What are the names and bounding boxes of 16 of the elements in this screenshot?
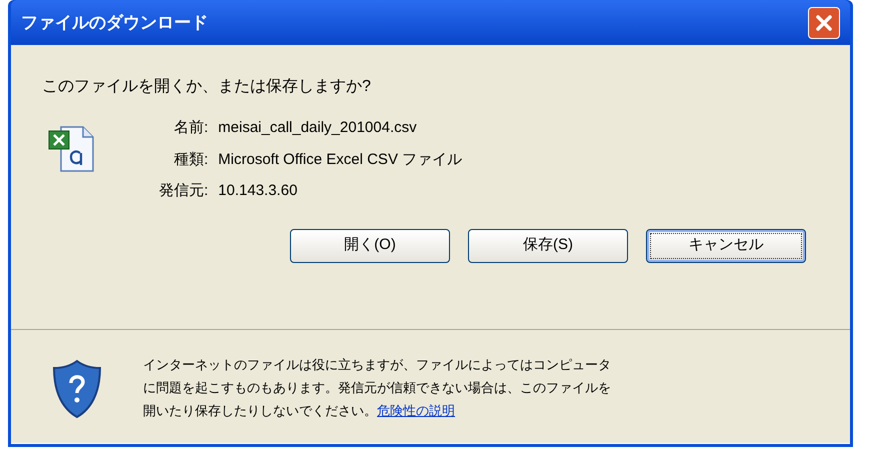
dialog-button[interactable]: 開く(O) (290, 228, 450, 262)
security-shield-icon (51, 359, 103, 419)
field-value: 10.143.3.60 (218, 181, 298, 201)
window-title: ファイルのダウンロード (21, 12, 208, 34)
question-text: このファイルを開くか、または保存しますか? (42, 77, 372, 97)
field-label: 発信元: (159, 181, 208, 201)
field-value: Microsoft Office Excel CSV ファイル (218, 150, 462, 170)
close-icon (815, 14, 833, 32)
field-value: meisai_call_daily_201004.csv (218, 118, 418, 138)
dialog-button[interactable]: キャンセル (646, 228, 806, 262)
dialog-button[interactable]: 保存(S) (468, 228, 628, 262)
security-warning-text: インターネットのファイルは役に立ちますが、ファイルによってはコンピュータに問題を起こすものもあります。発信元が信頼できない場合は、このファイルを開いたり保存したりしないでください。危険性の説明 (143, 356, 612, 420)
risk-info-link[interactable]: 危険性の説明 (377, 402, 455, 418)
field-label: 種類: (173, 150, 208, 170)
field-label: 名前: (173, 118, 208, 138)
close-button[interactable] (808, 6, 840, 38)
